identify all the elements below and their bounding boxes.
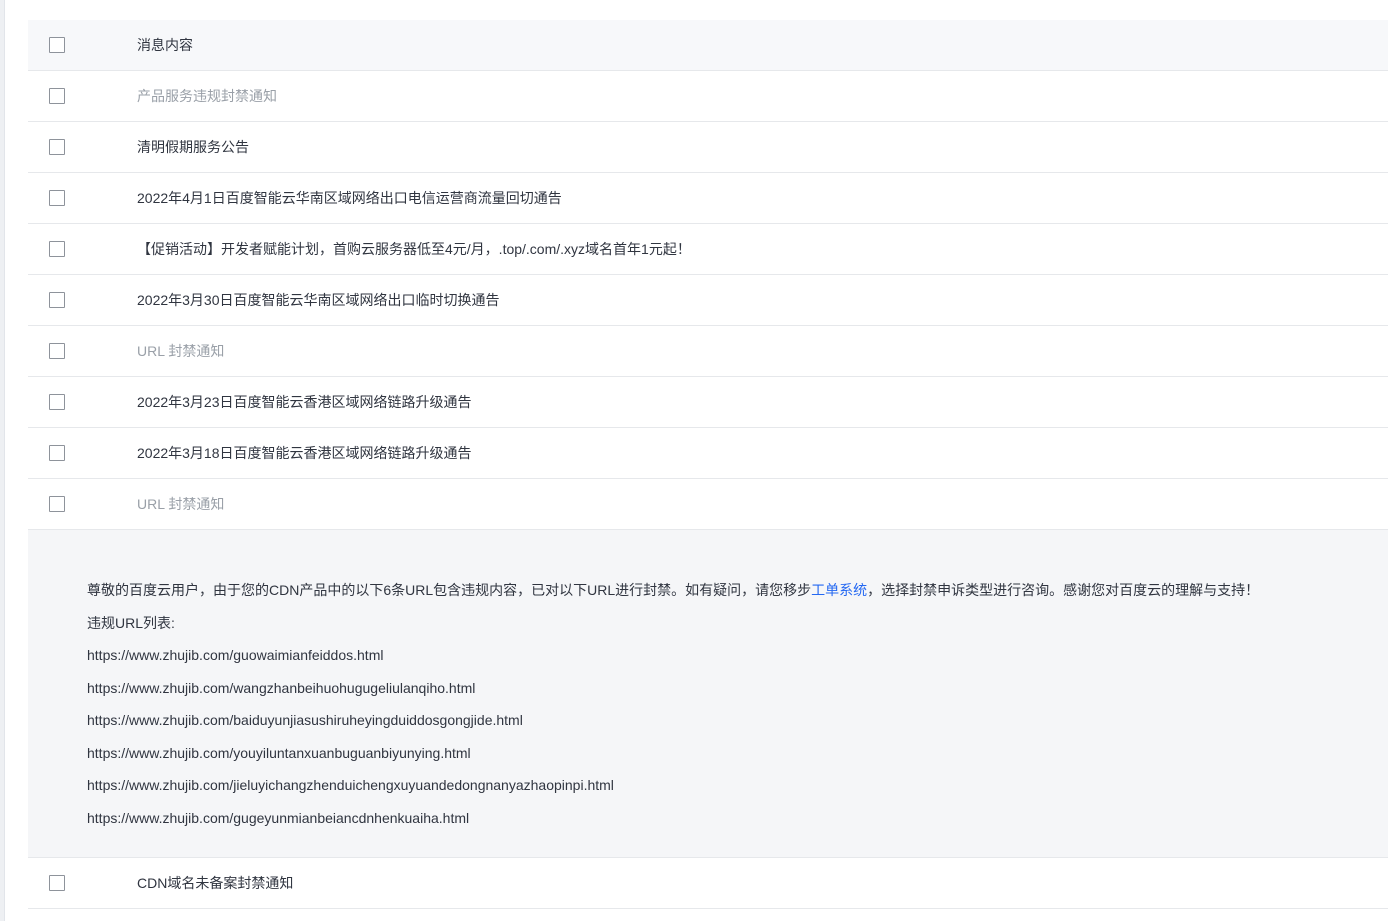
message-title[interactable]: URL 封禁通知 (137, 494, 224, 514)
violating-url: https://www.zhujib.com/guowaimianfeiddos… (87, 647, 384, 663)
row-checkbox[interactable] (49, 139, 65, 155)
message-title[interactable]: 清明假期服务公告 (137, 137, 249, 157)
message-row[interactable]: 2022年3月18日百度智能云香港区域网络链路升级通告 (28, 428, 1388, 479)
violating-url-list: https://www.zhujib.com/guowaimianfeiddos… (87, 639, 1388, 834)
row-checkbox[interactable] (49, 496, 65, 512)
message-row[interactable]: 2022年4月1日百度智能云华南区域网络出口电信运营商流量回切通告 (28, 173, 1388, 224)
message-row[interactable]: URL 封禁通知 (28, 326, 1388, 377)
violating-url: https://www.zhujib.com/wangzhanbeihuohug… (87, 679, 476, 696)
message-center-page: 消息内容 产品服务违规封禁通知 清明假期服务公告 2022年4月1日百度智能云华… (0, 0, 1388, 921)
message-title[interactable]: 2022年3月30日百度智能云华南区域网络出口临时切换通告 (137, 290, 500, 310)
message-body-outro: ，选择封禁申诉类型进行咨询。感谢您对百度云的理解与支持！ (867, 582, 1260, 598)
message-title[interactable]: 产品服务违规封禁通知 (137, 86, 277, 106)
message-title[interactable]: 2022年3月18日百度智能云香港区域网络链路升级通告 (137, 443, 472, 463)
message-title[interactable]: URL 封禁通知 (137, 341, 224, 361)
message-row[interactable]: 2022年3月23日百度智能云香港区域网络链路升级通告 (28, 377, 1388, 428)
message-title[interactable]: CDN域名未备案封禁通知 (137, 873, 293, 893)
select-all-checkbox[interactable] (49, 37, 65, 53)
message-body-text: 尊敬的百度云用户，由于您的CDN产品中的以下6条URL包含违规内容，已对以下UR… (87, 574, 1388, 607)
row-checkbox[interactable] (49, 241, 65, 257)
message-row-expanded[interactable]: URL 封禁通知 (28, 479, 1388, 530)
sidebar-edge (0, 0, 5, 921)
row-checkbox[interactable] (49, 394, 65, 410)
row-checkbox[interactable] (49, 343, 65, 359)
message-title[interactable]: 2022年3月23日百度智能云香港区域网络链路升级通告 (137, 392, 472, 412)
message-row[interactable]: 【促销活动】开发者赋能计划，首购云服务器低至4元/月，.top/.com/.xy… (28, 224, 1388, 275)
message-row[interactable]: CDN域名未备案封禁通知 (28, 858, 1388, 909)
row-checkbox[interactable] (49, 292, 65, 308)
row-checkbox[interactable] (49, 190, 65, 206)
message-row[interactable]: 2022年3月30日百度智能云华南区域网络出口临时切换通告 (28, 275, 1388, 326)
violating-url: https://www.zhujib.com/baiduyunjiasushir… (87, 712, 523, 728)
message-body-intro: 尊敬的百度云用户，由于您的CDN产品中的以下6条URL包含违规内容，已对以下UR… (87, 582, 812, 598)
ticket-system-link[interactable]: 工单系统 (811, 582, 867, 598)
violating-url: https://www.zhujib.com/jieluyichangzhend… (87, 777, 614, 793)
violating-url: https://www.zhujib.com/youyiluntanxuanbu… (87, 744, 471, 761)
column-header-message-content: 消息内容 (137, 37, 193, 53)
row-checkbox[interactable] (49, 88, 65, 104)
row-checkbox[interactable] (49, 875, 65, 891)
row-checkbox[interactable] (49, 445, 65, 461)
message-table: 消息内容 产品服务违规封禁通知 清明假期服务公告 2022年4月1日百度智能云华… (28, 20, 1388, 909)
message-detail-panel: 尊敬的百度云用户，由于您的CDN产品中的以下6条URL包含违规内容，已对以下UR… (28, 530, 1388, 858)
violating-url: https://www.zhujib.com/gugeyunmianbeianc… (87, 809, 470, 826)
message-row[interactable]: 产品服务违规封禁通知 (28, 71, 1388, 122)
message-row[interactable]: 清明假期服务公告 (28, 122, 1388, 173)
message-title[interactable]: 【促销活动】开发者赋能计划，首购云服务器低至4元/月，.top/.com/.xy… (137, 239, 691, 259)
violating-url-list-label: 违规URL列表: (87, 614, 175, 631)
table-header-row: 消息内容 (28, 20, 1388, 71)
message-title[interactable]: 2022年4月1日百度智能云华南区域网络出口电信运营商流量回切通告 (137, 188, 562, 208)
